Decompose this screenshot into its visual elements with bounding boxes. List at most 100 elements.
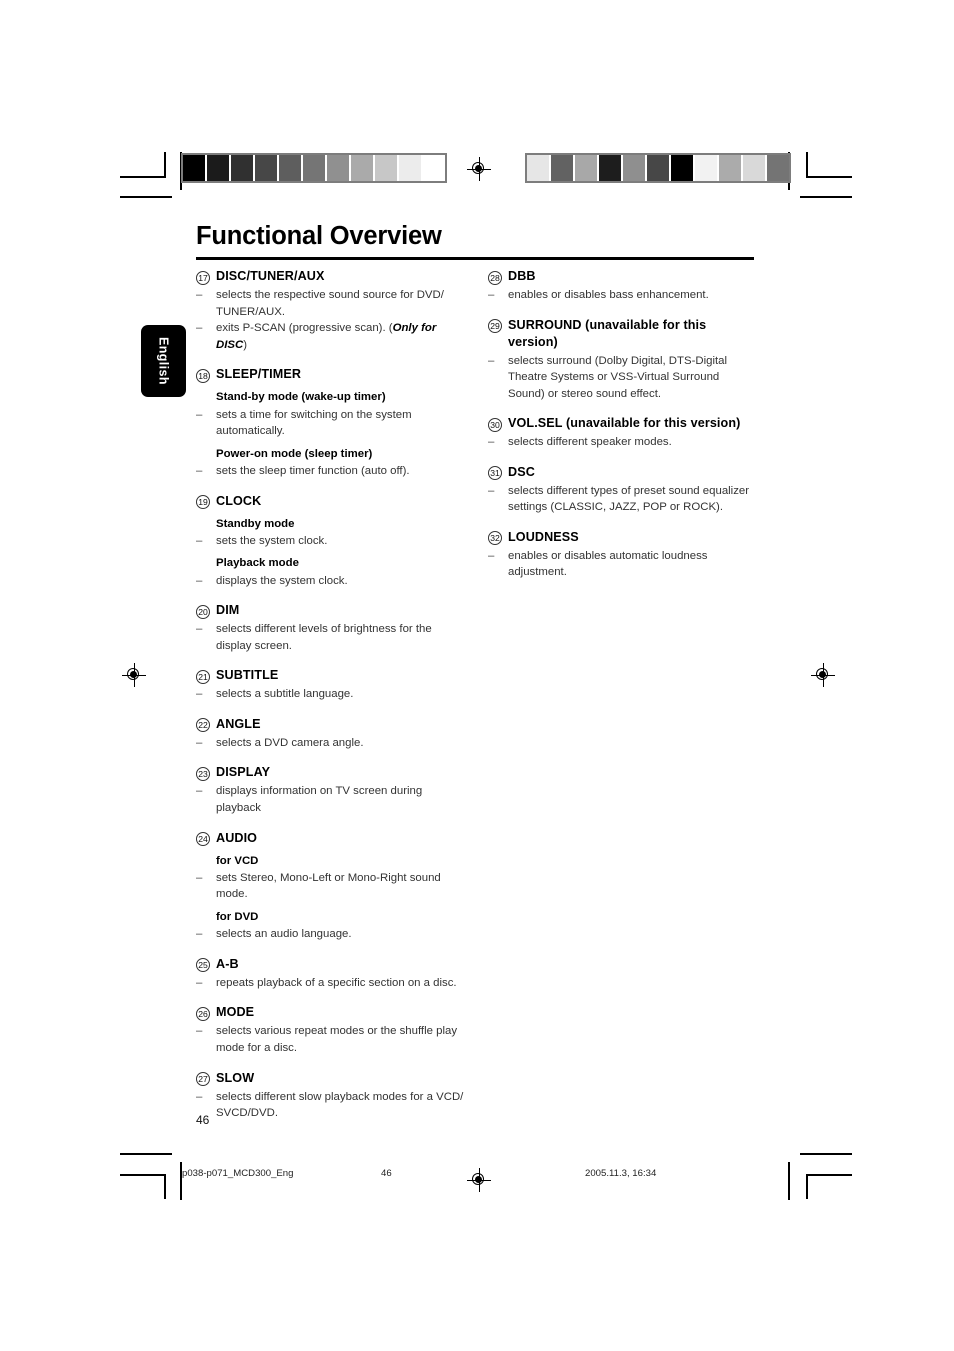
calibration-swatch (327, 155, 349, 181)
function-bullet-row: – selects surround (Dolby Digital, DTS-Di… (488, 353, 756, 403)
function-bullet-text: selects the respective sound source for … (216, 289, 444, 318)
circled-number-badge: 22 (196, 718, 210, 733)
content-columns: 17 DISC/TUNER/AUX – selects the respective … (196, 268, 756, 1122)
function-entry: 27 SLOW – selects different slow playback m… (196, 1070, 464, 1122)
calibration-swatch (303, 155, 325, 181)
function-entry-header: 17 DISC/TUNER/AUX (196, 268, 464, 285)
function-entry-name: ANGLE (216, 716, 261, 731)
circled-number-badge: 29 (488, 319, 502, 334)
function-entry-header: 22 ANGLE (196, 716, 464, 733)
function-entry-name: DSC (508, 464, 535, 479)
function-entry-header: 23 DISPLAY (196, 764, 464, 781)
function-sub-heading: Playback mode (216, 557, 299, 570)
function-entry-name: DIM (216, 603, 240, 618)
bullet-dash-marker: – (196, 322, 203, 335)
function-bullet-row: – selects different levels of brightness … (196, 621, 464, 654)
function-entry-name: SURROUND (unavailable for this version) (508, 317, 707, 349)
function-entry-name: VOL.SEL (unavailable for this version) (508, 416, 741, 431)
bullet-dash-marker: – (196, 1090, 203, 1103)
footer-timestamp: 2005.11.3, 16:34 (585, 1168, 657, 1179)
calibration-swatch (719, 155, 741, 181)
function-bullet-row: – selects various repeat modes or the shu… (196, 1023, 464, 1056)
function-entry: 29 SURROUND (unavailable for this version… (488, 317, 756, 403)
function-bullet-text: selects surround (Dolby Digital, DTS-Dig… (508, 354, 728, 400)
bullet-dash-marker: – (488, 436, 495, 449)
function-bullet-text: selects different levels of brightness f… (216, 623, 432, 652)
function-entry-name: DBB (508, 269, 536, 283)
grayscale-calibration-strip-left (181, 153, 447, 183)
function-entry-header: 19 CLOCK (196, 493, 464, 510)
registration-mark-bottom-center (466, 1167, 492, 1193)
calibration-swatch (231, 155, 253, 181)
calibration-swatch (671, 155, 693, 181)
bullet-dash-marker: – (196, 623, 203, 636)
function-entry: 17 DISC/TUNER/AUX – selects the respective … (196, 268, 464, 353)
crop-mark-bottom-left-outer (120, 1153, 172, 1155)
function-bullet-text: selects different slow playback modes fo… (216, 1090, 464, 1120)
function-bullet-text: enables or disables bass enhancement. (508, 289, 709, 301)
function-bullet-row: – selects the respective sound source for… (196, 287, 464, 320)
circled-number-badge: 24 (196, 832, 210, 847)
function-entry-header: 32 LOUDNESS (488, 529, 756, 546)
function-bullet-row: – selects a DVD camera angle. (196, 735, 464, 752)
crop-mark-top-left-outer (120, 196, 172, 198)
footer-page-number: 46 (381, 1168, 392, 1179)
crop-mark-bottom-right-bleed (788, 1162, 790, 1200)
registration-mark-top-center (466, 156, 492, 182)
bullet-dash-marker: – (196, 928, 203, 941)
function-entry: 20 DIM – selects different levels of bright… (196, 602, 464, 654)
bullet-dash-marker: – (196, 464, 203, 477)
function-sub-heading: Standby mode (216, 517, 295, 530)
function-sub-heading: Power-on mode (sleep timer) (216, 447, 373, 460)
function-entry-header: 31 DSC (488, 464, 756, 481)
calibration-swatch (423, 155, 445, 181)
calibration-swatch (599, 155, 621, 181)
circled-number-badge: 20 (196, 604, 210, 619)
function-entry: 30 VOL.SEL (unavailable for this version)… (488, 415, 756, 451)
function-entry-header: 27 SLOW (196, 1070, 464, 1087)
function-sub-heading: Stand-by mode (wake-up timer) (216, 391, 386, 404)
calibration-swatch (375, 155, 397, 181)
crop-mark-top-right-vert (806, 152, 808, 177)
bullet-dash-marker: – (196, 976, 203, 989)
crop-mark-bottom-right-outer (800, 1153, 852, 1155)
function-entry-header: 18 SLEEP/TIMER (196, 366, 464, 383)
calibration-swatch (207, 155, 229, 181)
function-bullet-text: selects a subtitle language. (216, 688, 354, 701)
function-bullet-row: – selects a subtitle language. (196, 686, 464, 703)
circled-number-badge: 32 (488, 531, 502, 546)
bullet-dash-marker: – (196, 785, 203, 798)
bullet-dash-marker: – (196, 408, 203, 421)
bullet-dash-marker: – (196, 736, 203, 749)
function-entry: 25 A-B – repeats playback of a specific sec… (196, 956, 464, 992)
circled-number-badge: 31 (488, 466, 502, 481)
function-bullet-row: – selects different speaker modes. (488, 434, 756, 451)
bullet-dash-marker: – (488, 289, 495, 301)
function-entry: 19 CLOCK Standby mode – sets the system cloc… (196, 493, 464, 590)
grayscale-calibration-strip-right (525, 153, 791, 183)
function-bullet-text: selects a DVD camera angle. (216, 736, 364, 749)
calibration-swatch (695, 155, 717, 181)
function-bullet-row: – sets Stereo, Mono-Left or Mono-Right so… (196, 870, 464, 903)
function-bullet-text: displays the system clock. (216, 574, 348, 587)
emphasis-note: Only for DISC (216, 322, 437, 351)
function-sub-heading: for DVD (216, 910, 259, 923)
function-bullet-row: – sets the sleep timer function (auto off… (196, 463, 464, 480)
function-entry: 32 LOUDNESS – enables or disables automatic… (488, 529, 756, 581)
registration-mark-left-center (121, 662, 147, 688)
circled-number-badge: 19 (196, 495, 210, 509)
function-bullet-row: – exits P-SCAN (progressive scan). (Only … (196, 320, 464, 353)
function-bullet-text: enables or disables automatic loudness a… (508, 549, 708, 579)
circled-number-badge: 27 (196, 1072, 210, 1086)
calibration-swatch (527, 155, 549, 181)
calibration-swatch (551, 155, 573, 181)
function-bullet-text: sets a time for switching on the system … (216, 408, 412, 438)
function-entry-name: SUBTITLE (216, 668, 279, 683)
circled-number-badge: 21 (196, 669, 210, 684)
function-bullet-text: displays information on TV screen during… (216, 785, 423, 814)
function-entry: 23 DISPLAY – displays information on TV scr… (196, 764, 464, 816)
bullet-dash-marker: – (196, 289, 203, 301)
bullet-dash-marker: – (196, 574, 203, 587)
registration-mark-right-center (810, 662, 836, 688)
function-entry: 28 DBB – enables or disables bass enhanceme… (488, 268, 756, 304)
